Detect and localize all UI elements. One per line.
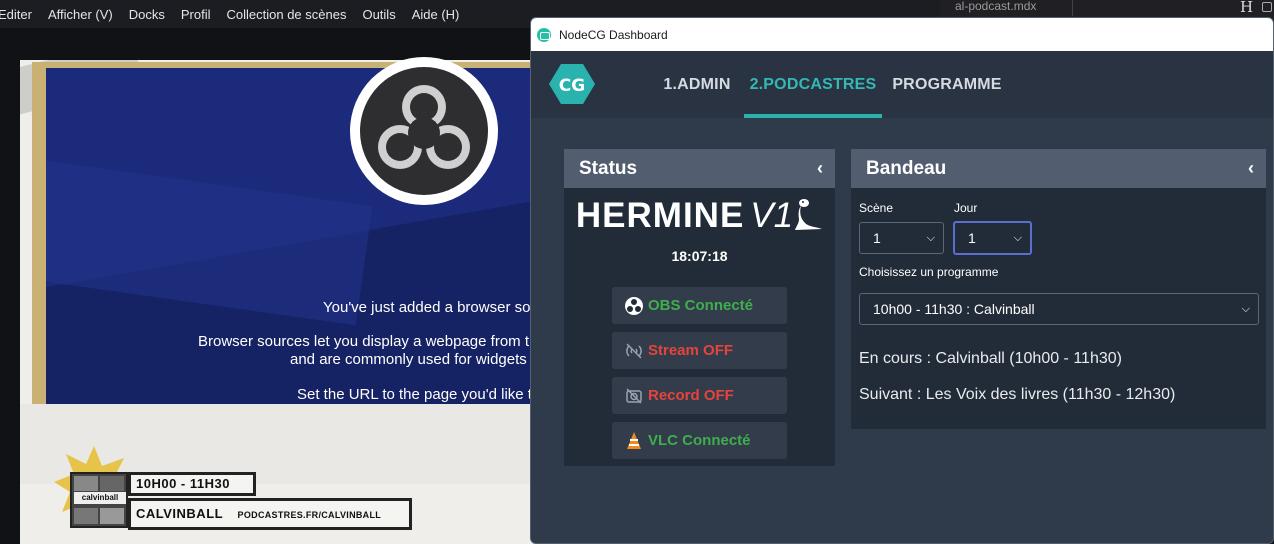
tab-programme[interactable]: PROGRAMME <box>892 51 1002 118</box>
dashboard-content: Status ‹ HERMINE V1 18:07:18 OBS Connecté <box>531 118 1273 543</box>
window-titlebar[interactable]: NodeCG Dashboard <box>531 18 1273 51</box>
svg-text:CG: CG <box>559 76 585 96</box>
obs-status-label: OBS Connecté <box>648 297 754 314</box>
menu-docks[interactable]: Docks <box>129 7 165 22</box>
brand-version: V1 <box>750 196 794 235</box>
nodecg-logo-icon[interactable]: CG <box>549 62 595 106</box>
scene-label: Scène <box>859 201 894 215</box>
menu-collection-scenes[interactable]: Collection de scènes <box>227 7 347 22</box>
record-status-button[interactable]: Record OFF <box>612 377 787 414</box>
menu-aide[interactable]: Aide (H) <box>412 7 460 22</box>
preview-text-line1: You've just added a browser so <box>323 299 531 316</box>
programme-select-value: 10h00 - 11h30 : Calvinball <box>873 301 1035 317</box>
obs-icon <box>624 296 644 316</box>
preview-text-line4: Set the URL to the page you'd like t <box>297 386 532 403</box>
lower-third-name: CALVINBALL <box>136 506 224 521</box>
chevron-down-icon: ⌵ <box>926 232 935 244</box>
lower-third-title: CALVINBALL PODCASTRES.FR/CALVINBALL <box>128 498 412 530</box>
preview-text-line3: and are commonly used for widgets <box>290 351 527 368</box>
status-panel: Status ‹ HERMINE V1 18:07:18 OBS Connecté <box>564 149 835 466</box>
dashboard-nav: CG 1.ADMIN 2.PODCASTRES PROGRAMME <box>531 51 1273 118</box>
tab-podcastres[interactable]: 2.PODCASTRES <box>744 51 882 118</box>
ermine-icon <box>795 199 823 230</box>
stream-status-button[interactable]: Stream OFF <box>612 332 787 369</box>
bandeau-panel: Bandeau ‹ Scène 1 ⌵ Jour 1 ⌵ Choisissez … <box>851 149 1266 429</box>
preview-text-line2: Browser sources let you display a webpag… <box>198 333 529 350</box>
chevron-down-icon: ⌵ <box>1241 303 1250 315</box>
screen: Editer Afficher (V) Docks Profil Collect… <box>0 0 1274 544</box>
nodecg-window: NodeCG Dashboard CG 1.ADMIN 2.PODCASTRES… <box>530 17 1274 544</box>
obs-status-button[interactable]: OBS Connecté <box>612 287 787 324</box>
bandeau-panel-title: Bandeau <box>866 158 947 179</box>
status-panel-header[interactable]: Status ‹ <box>564 149 835 188</box>
next-program: Suivant : Les Voix des livres (11h30 - 1… <box>859 386 1176 403</box>
background-editor-button[interactable] <box>1262 2 1272 12</box>
chevron-left-icon[interactable]: ‹ <box>817 149 823 188</box>
window-title: NodeCG Dashboard <box>559 27 668 42</box>
jour-select[interactable]: 1 ⌵ <box>953 221 1032 255</box>
background-editor-tab[interactable]: al-podcast.mdx <box>955 0 1073 16</box>
obs-logo <box>350 57 498 205</box>
jour-select-value: 1 <box>968 230 976 246</box>
jour-label: Jour <box>954 201 978 215</box>
stream-status-label: Stream OFF <box>648 342 734 359</box>
menu-afficher[interactable]: Afficher (V) <box>48 7 113 22</box>
chevron-down-icon: ⌵ <box>1013 232 1022 244</box>
menu-outils[interactable]: Outils <box>362 7 395 22</box>
scene-select-value: 1 <box>873 230 881 246</box>
brand-name: HERMINE <box>575 196 745 235</box>
podcast-cover-image: calvinball <box>70 472 128 528</box>
lower-third-url: PODCASTRES.FR/CALVINBALL <box>237 510 382 520</box>
programme-label: Choisissez un programme <box>859 265 999 279</box>
scene-select[interactable]: 1 ⌵ <box>859 222 944 254</box>
programme-select[interactable]: 10h00 - 11h30 : Calvinball ⌵ <box>859 293 1259 325</box>
clock: 18:07:18 <box>671 248 728 264</box>
current-program: En cours : Calvinball (10h00 - 11h30) <box>859 350 1122 367</box>
vlc-icon <box>624 431 644 451</box>
stream-off-icon <box>624 341 644 361</box>
menu-editer[interactable]: Editer <box>0 7 32 22</box>
chevron-left-icon[interactable]: ‹ <box>1248 149 1254 188</box>
background-editor-letter: H <box>1240 0 1254 16</box>
menu-profil[interactable]: Profil <box>181 7 211 22</box>
record-off-icon <box>624 386 644 406</box>
lower-third-time: 10H00 - 11H30 <box>128 472 256 496</box>
vlc-status-button[interactable]: VLC Connecté <box>612 422 787 459</box>
status-panel-title: Status <box>579 158 638 179</box>
tab-admin[interactable]: 1.ADMIN <box>652 51 742 118</box>
hermine-brand: HERMINE V1 <box>564 196 835 236</box>
nodecg-app-icon <box>537 27 551 42</box>
bandeau-panel-header[interactable]: Bandeau ‹ <box>851 149 1266 188</box>
vlc-status-label: VLC Connecté <box>648 432 751 449</box>
record-status-label: Record OFF <box>648 387 734 404</box>
